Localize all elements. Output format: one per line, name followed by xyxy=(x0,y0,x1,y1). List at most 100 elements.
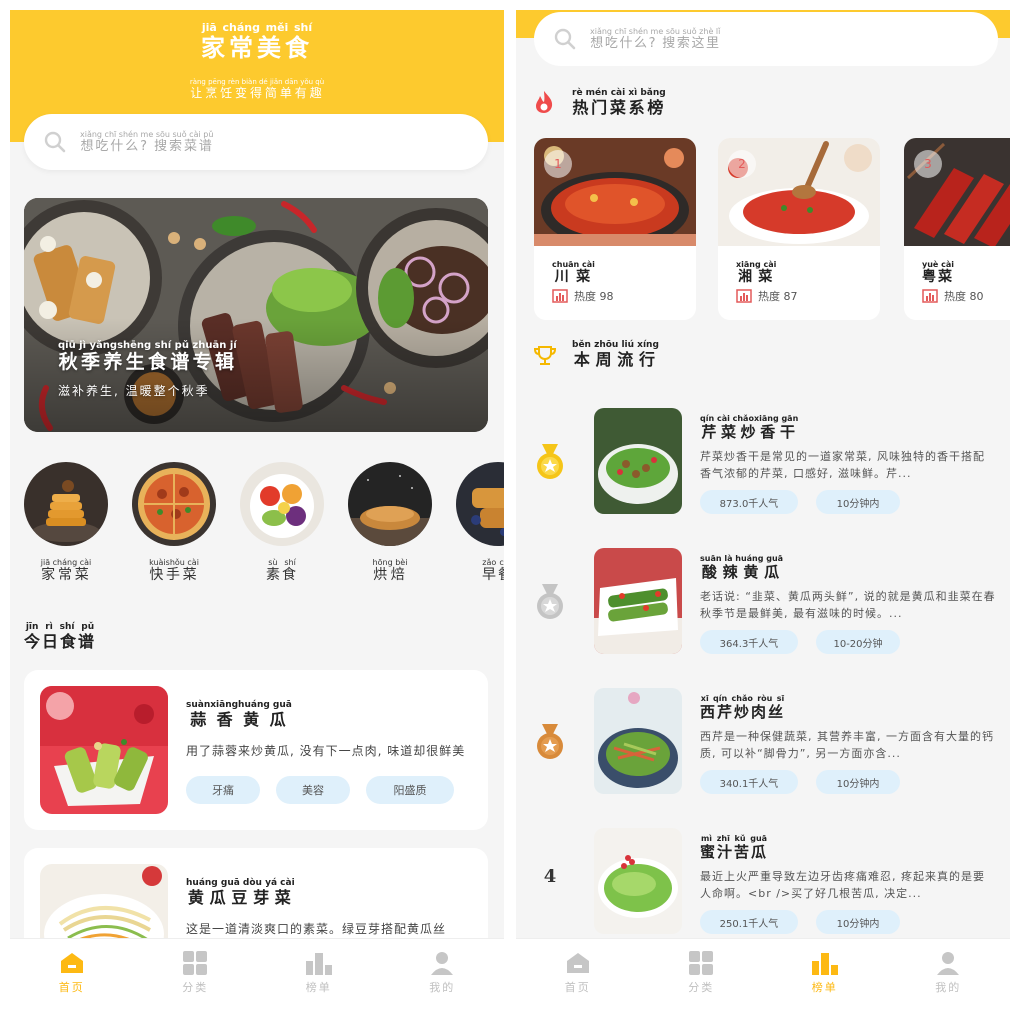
nav-profile[interactable]: 我的 xyxy=(381,939,505,1010)
dish-name: 芹菜炒香干qín cài chǎoxiāng gān xyxy=(700,414,799,441)
dish-tags: 364.3千人气 10-20分钟 xyxy=(700,630,900,654)
search-placeholder: 想吃什么? 搜索这里xiǎng chī shén me sōu suǒ zhè … xyxy=(590,27,721,51)
nav-home[interactable]: 首页 xyxy=(10,939,134,1010)
popularity-tag: 340.1千人气 xyxy=(700,770,798,794)
nav-label: 分类 xyxy=(688,981,715,994)
dish-name: 西芹炒肉丝xī qín chǎo ròu sī xyxy=(700,694,786,721)
hot-cuisine-card[interactable]: 3 粤菜yuè cài 热度 80 xyxy=(904,138,1010,320)
heat-score: 热度 80 xyxy=(922,288,984,304)
weekly-section-title: 本周流行běn zhōu liú xíng xyxy=(572,340,659,369)
time-tag: 10分钟内 xyxy=(816,770,900,794)
featured-banner[interactable]: 秋季养生食谱专辑qiū jì yǎngshēng shí pǔ zhuān jí… xyxy=(24,198,488,432)
app-subtitle: 让烹饪变得简单有趣ràng pēng rèn biàn dé jiǎn dān … xyxy=(189,78,325,100)
search-bar[interactable]: 想吃什么? 搜索菜谱xiǎng chī shén me sōu suǒ cài … xyxy=(24,114,488,170)
nav-label: 分类 xyxy=(182,981,209,994)
dish-image xyxy=(594,688,682,794)
user-icon xyxy=(937,952,960,975)
recipe-tag[interactable]: 美容 xyxy=(276,776,350,804)
grid-icon xyxy=(689,951,714,975)
trophy-icon xyxy=(534,346,556,365)
trending-item[interactable]: 4 蜜汁苦瓜mì zhī kǔ guā 最近上火严重导致左边牙齿疼痛难忍, 疼起… xyxy=(516,828,1010,938)
bar-chart-icon xyxy=(552,289,568,303)
search-icon xyxy=(44,131,66,153)
fire-icon xyxy=(536,91,553,113)
trending-item[interactable]: 酸辣黄瓜suān là huáng guā 老话说: “韭菜、黄瓜两头鲜”, 说… xyxy=(516,548,1010,658)
category-baking[interactable]: 烘焙hōng bèi xyxy=(346,462,434,584)
nav-label: 榜单 xyxy=(305,981,332,994)
dish-description: 芹菜炒香干是常见的一道家常菜, 风味独特的香干搭配香气浓郁的芹菜, 口感好, 滋… xyxy=(700,450,985,480)
app-title: 家常美食jiā cháng měi shí xyxy=(201,21,313,62)
cuisine-name: 川菜chuān cài xyxy=(552,260,595,285)
dish-description: 西芹是一种保健蔬菜, 其营养丰富, 一方面含有大量的钙质, 可以补“脚骨力”, … xyxy=(700,730,994,760)
dish-tags: 340.1千人气 10分钟内 xyxy=(700,770,900,794)
dish-name: 蜜汁苦瓜mì zhī kǔ guā xyxy=(700,834,769,861)
gold-medal-icon xyxy=(530,442,570,482)
nav-label: 首页 xyxy=(564,981,591,994)
cuisine-name: 粤菜yuè cài xyxy=(922,260,955,285)
recipe-name: 黄瓜豆芽菜huáng guā dòu yá cài xyxy=(186,878,295,907)
search-icon xyxy=(554,28,576,50)
bottom-nav: 首页 分类 榜单 我的 xyxy=(516,938,1010,1010)
trending-item[interactable]: 西芹炒肉丝xī qín chǎo ròu sī 西芹是一种保健蔬菜, 其营养丰富… xyxy=(516,688,1010,798)
trending-item[interactable]: 芹菜炒香干qín cài chǎoxiāng gān 芹菜炒香干是常见的一道家常… xyxy=(516,408,1010,518)
cuisine-name: 湘菜xiāng cài xyxy=(736,260,777,285)
popularity-tag: 250.1千人气 xyxy=(700,910,798,934)
dish-description: 最近上火严重导致左边牙齿疼痛难忍, 疼起来真的是要人命啊。<br />买了好几根… xyxy=(700,870,985,900)
bar-chart-icon xyxy=(736,289,752,303)
recipe-description: 用了蒜蓉来炒黄瓜, 没有下一点肉, 味道却很鲜美 xyxy=(186,744,466,758)
bar-chart-icon xyxy=(922,289,938,303)
hot-cuisine-card[interactable]: 2 湘菜xiāng cài 热度 87 xyxy=(718,138,880,320)
nav-label: 首页 xyxy=(58,981,85,994)
bronze-medal-icon xyxy=(530,722,570,762)
nav-label: 我的 xyxy=(935,981,962,994)
ranking-screen: 想吃什么? 搜索这里xiǎng chī shén me sōu suǒ zhè … xyxy=(516,10,1010,1010)
bottom-nav: 首页 分类 榜单 我的 xyxy=(10,938,504,1010)
recipe-image xyxy=(40,686,168,814)
rank-number: 4 xyxy=(543,866,557,887)
search-placeholder: 想吃什么? 搜索菜谱xiǎng chī shén me sōu suǒ cài … xyxy=(80,130,214,154)
nav-home[interactable]: 首页 xyxy=(516,939,640,1010)
time-tag: 10-20分钟 xyxy=(816,630,900,654)
rank-badge: 2 xyxy=(728,150,756,178)
hot-cuisine-card[interactable]: 1 川菜chuān cài 热度 98 xyxy=(534,138,696,320)
search-bar[interactable]: 想吃什么? 搜索这里xiǎng chī shén me sōu suǒ zhè … xyxy=(534,12,998,66)
recipe-name: 蒜香黄瓜suànxiānghuáng guā xyxy=(186,700,292,729)
category-vegetarian[interactable]: 素食sù shí xyxy=(238,462,326,584)
ranking-icon xyxy=(305,953,332,975)
category-breakfast[interactable]: 早餐zǎo cān xyxy=(454,462,504,584)
nav-category[interactable]: 分类 xyxy=(134,939,258,1010)
ranking-icon xyxy=(811,953,838,975)
grid-icon xyxy=(183,951,208,975)
dish-image xyxy=(594,408,682,514)
banner-title: 秋季养生食谱专辑qiū jì yǎngshēng shí pǔ zhuān jí xyxy=(58,340,237,373)
dish-description: 老话说: “韭菜、黄瓜两头鲜”, 说的就是黄瓜和韭菜在春秋季节是最鲜美, 最有滋… xyxy=(700,590,996,620)
nav-label: 我的 xyxy=(429,981,456,994)
category-home-cooking[interactable]: 家常菜jiā cháng cài xyxy=(22,462,110,584)
silver-medal-icon xyxy=(530,582,570,622)
time-tag: 10分钟内 xyxy=(816,910,900,934)
home-icon xyxy=(566,953,589,973)
rank-badge: 1 xyxy=(544,150,572,178)
hot-section-title: 热门菜系榜rè mén cài xì bǎng xyxy=(572,88,666,117)
recipe-description: 这是一道清淡爽口的素菜。绿豆芽搭配黄瓜丝 xyxy=(186,922,447,936)
recipe-tag[interactable]: 阳盛质 xyxy=(366,776,454,804)
heat-score: 热度 87 xyxy=(736,288,798,304)
nav-ranking[interactable]: 榜单 xyxy=(763,939,887,1010)
rank-badge: 3 xyxy=(914,150,942,178)
time-tag: 10分钟内 xyxy=(816,490,900,514)
user-icon xyxy=(431,952,454,975)
cuisine-image: 3 xyxy=(904,138,1010,248)
category-quick-dishes[interactable]: 快手菜kuàishǒu cài xyxy=(130,462,218,584)
recipe-card[interactable]: 蒜香黄瓜suànxiānghuáng guā 用了蒜蓉来炒黄瓜, 没有下一点肉,… xyxy=(24,670,488,830)
recipe-tag[interactable]: 牙痛 xyxy=(186,776,260,804)
nav-profile[interactable]: 我的 xyxy=(887,939,1011,1010)
dish-image xyxy=(594,828,682,934)
cuisine-image: 1 xyxy=(534,138,696,248)
popularity-tag: 364.3千人气 xyxy=(700,630,798,654)
nav-category[interactable]: 分类 xyxy=(640,939,764,1010)
banner-subtitle: 滋补养生, 温暖整个秋季 xyxy=(58,384,210,398)
cuisine-image: 2 xyxy=(718,138,880,246)
dish-image xyxy=(594,548,682,654)
nav-ranking[interactable]: 榜单 xyxy=(257,939,381,1010)
today-section-title: 今日食谱jīn rì shí pǔ xyxy=(24,622,97,651)
